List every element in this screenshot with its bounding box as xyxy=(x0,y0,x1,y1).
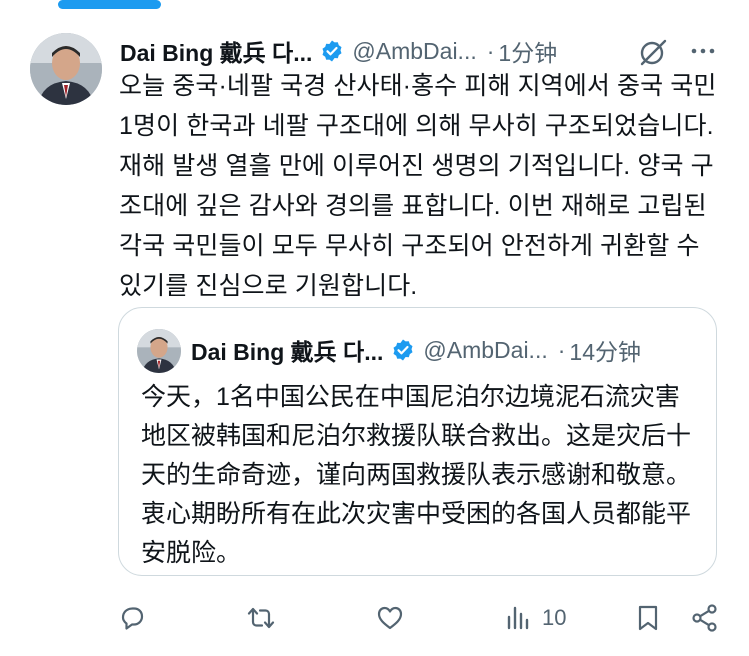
quote-avatar[interactable] xyxy=(137,329,181,373)
quote-timestamp[interactable]: 14分钟 xyxy=(569,333,641,367)
like-icon xyxy=(377,606,403,630)
like-button[interactable] xyxy=(375,596,405,640)
grok-icon[interactable] xyxy=(638,37,668,67)
views-button[interactable]: 10 xyxy=(504,596,566,640)
verified-badge-icon xyxy=(322,40,342,62)
quote-author-name[interactable]: Dai Bing 戴兵 다... xyxy=(191,333,383,367)
timestamp[interactable]: 1分钟 xyxy=(498,34,557,68)
separator-dot: · xyxy=(486,37,495,64)
tweet-header: Dai Bing 戴兵 다... @AmbDai... · 1分钟 xyxy=(120,33,720,69)
reply-button[interactable] xyxy=(117,596,147,640)
retweet-button[interactable] xyxy=(246,596,276,640)
share-icon xyxy=(692,604,717,632)
author-name[interactable]: Dai Bing 戴兵 다... xyxy=(120,34,312,68)
quote-text: 今天，1名中国公民在中国尼泊尔边境泥石流灾害地区被韩国和尼泊尔救援队联合救出。这… xyxy=(141,383,692,567)
reply-icon xyxy=(121,607,144,630)
more-icon[interactable] xyxy=(690,38,716,64)
action-bar: 10 xyxy=(0,596,749,640)
tweet[interactable]: Dai Bing 戴兵 다... @AmbDai... · 1分钟 오늘 중국·… xyxy=(0,0,749,656)
bookmark-icon xyxy=(638,605,658,631)
author-handle[interactable]: @AmbDai... xyxy=(352,38,476,65)
views-icon xyxy=(507,606,529,630)
quote-header: Dai Bing 戴兵 다... @AmbDai... · 14分钟 xyxy=(191,332,641,368)
share-button[interactable] xyxy=(690,596,720,640)
bookmark-button[interactable] xyxy=(633,596,663,640)
active-tab-indicator xyxy=(58,0,161,9)
quote-author-handle[interactable]: @AmbDai... xyxy=(423,337,547,364)
quote-separator-dot: · xyxy=(557,336,566,363)
retweet-icon xyxy=(247,607,275,629)
tweet-text: 오늘 중국·네팔 국경 산사태·홍수 피해 지역에서 중국 국민 1명이 한국과… xyxy=(119,72,717,300)
avatar[interactable] xyxy=(30,33,102,105)
quote-avatar-photo xyxy=(137,329,181,373)
avatar-photo xyxy=(30,33,102,105)
quote-verified-badge-icon xyxy=(393,339,413,361)
views-count: 10 xyxy=(542,605,567,630)
quoted-tweet[interactable]: Dai Bing 戴兵 다... @AmbDai... · 14分钟 今天，1名… xyxy=(118,307,717,576)
